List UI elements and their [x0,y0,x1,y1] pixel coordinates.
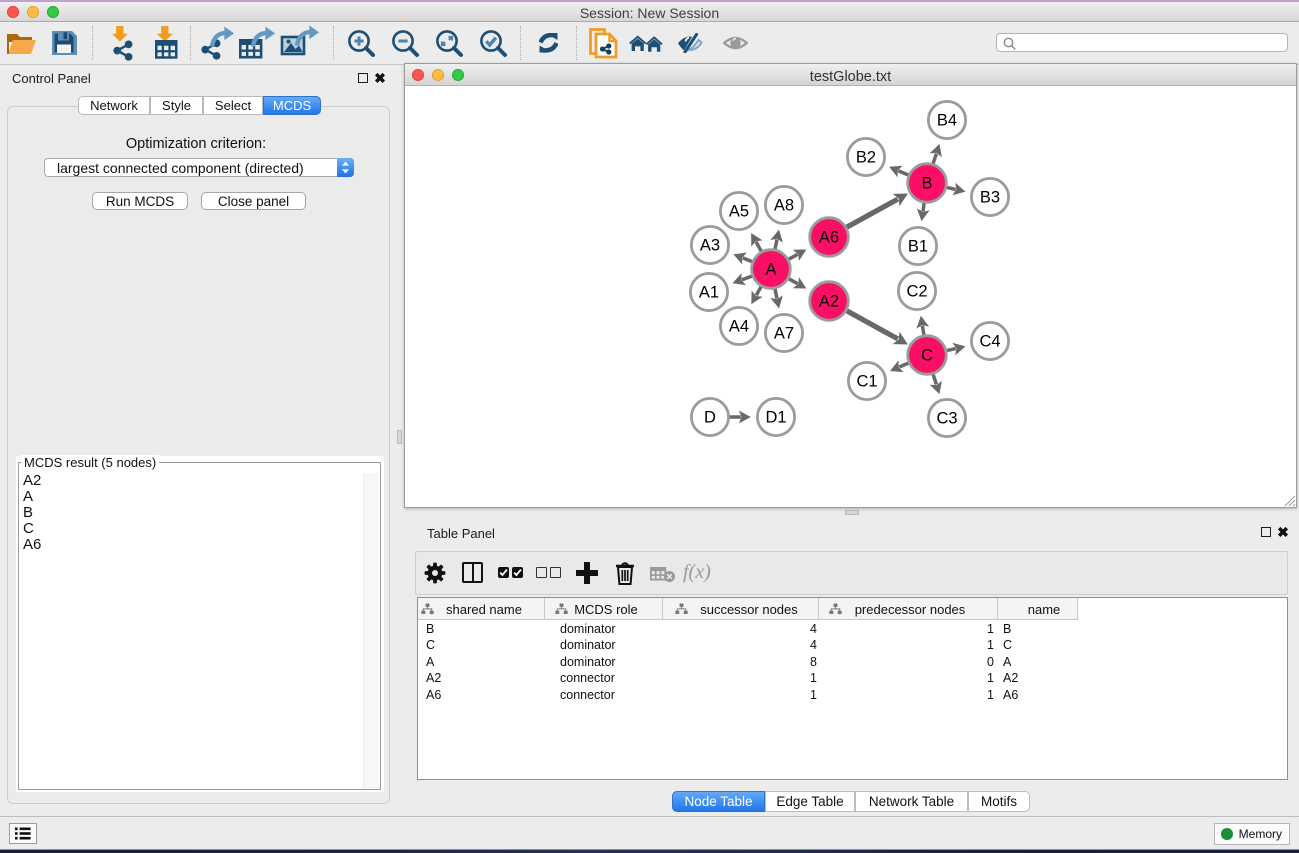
svg-text:A7: A7 [774,325,794,343]
svg-text:A: A [765,261,776,279]
svg-text:A5: A5 [729,203,749,221]
svg-text:D: D [704,409,716,427]
svg-text:A4: A4 [729,318,749,336]
svg-text:C4: C4 [979,333,1000,351]
svg-text:A3: A3 [700,237,720,255]
svg-text:C2: C2 [906,283,927,301]
svg-text:B2: B2 [856,149,876,167]
svg-text:B4: B4 [937,112,957,130]
svg-text:D1: D1 [765,409,786,427]
svg-text:A1: A1 [699,284,719,302]
svg-text:B3: B3 [980,189,1000,207]
svg-text:A6: A6 [819,229,839,247]
svg-text:C: C [921,347,933,365]
svg-text:A2: A2 [819,293,839,311]
svg-text:C1: C1 [856,373,877,391]
svg-text:A8: A8 [774,197,794,215]
svg-text:B: B [921,175,932,193]
svg-text:B1: B1 [908,238,928,256]
svg-text:C3: C3 [936,410,957,428]
